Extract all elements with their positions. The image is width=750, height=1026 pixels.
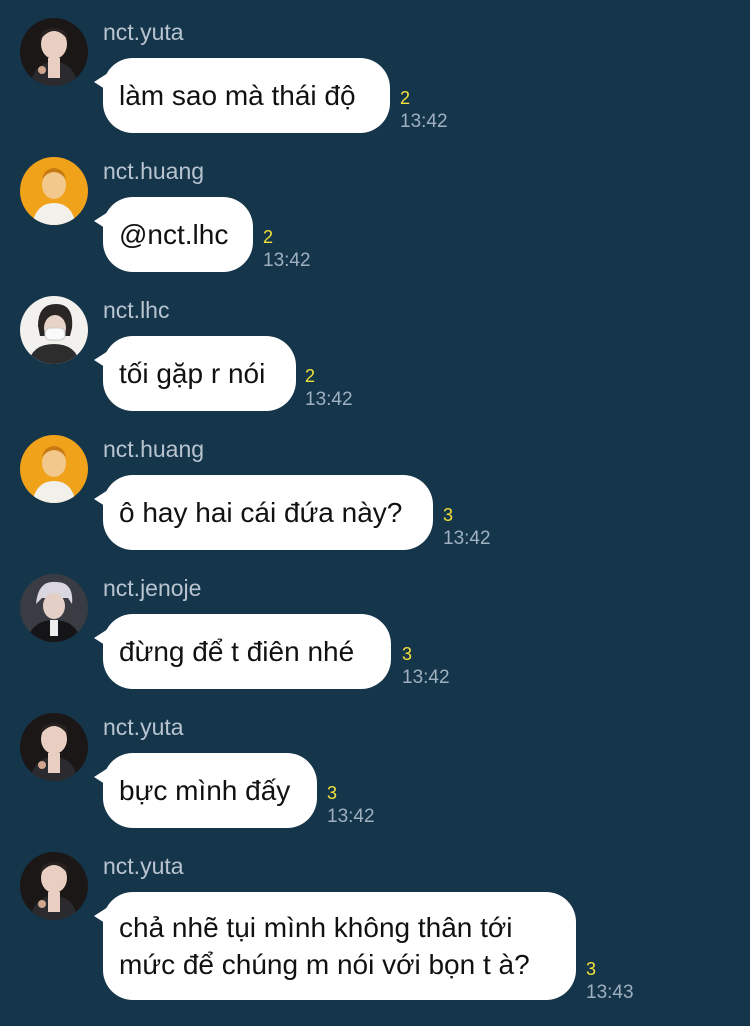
message-bubble[interactable]: ô hay hai cái đứa này? bbox=[103, 475, 433, 550]
read-count: 2 bbox=[305, 366, 316, 386]
message-bubble[interactable]: @nct.lhc bbox=[103, 197, 253, 272]
lhc-avatar-icon[interactable] bbox=[20, 296, 88, 364]
sender-name: nct.lhc bbox=[103, 297, 170, 323]
read-count: 2 bbox=[263, 227, 274, 247]
message-bubble[interactable]: đừng để t điên nhé bbox=[103, 614, 391, 689]
message-bubble[interactable]: tối gặp r nói bbox=[103, 336, 296, 411]
read-count: 3 bbox=[327, 783, 338, 803]
sender-name: nct.huang bbox=[103, 436, 205, 462]
sender-name: nct.jenoje bbox=[103, 575, 202, 601]
message-time: 13:43 bbox=[586, 982, 634, 1003]
jenoje-avatar-icon[interactable] bbox=[20, 574, 88, 642]
yuta-avatar-icon[interactable] bbox=[20, 18, 88, 86]
sender-name: nct.huang bbox=[103, 158, 205, 184]
message-time: 13:42 bbox=[327, 806, 375, 827]
message-time: 13:42 bbox=[402, 667, 450, 688]
huang-avatar-icon[interactable] bbox=[20, 157, 88, 225]
sender-name: nct.yuta bbox=[103, 853, 184, 879]
read-count: 2 bbox=[400, 88, 411, 108]
message-bubble[interactable]: chả nhẽ tụi mình không thân tới mức để c… bbox=[103, 892, 576, 1000]
message-bubble[interactable]: làm sao mà thái độ bbox=[103, 58, 390, 133]
yuta-avatar-icon[interactable] bbox=[20, 852, 88, 920]
sender-name: nct.yuta bbox=[103, 714, 184, 740]
read-count: 3 bbox=[586, 959, 597, 979]
sender-name: nct.yuta bbox=[103, 19, 184, 45]
yuta-avatar-icon[interactable] bbox=[20, 713, 88, 781]
huang-avatar-icon[interactable] bbox=[20, 435, 88, 503]
message-time: 13:42 bbox=[305, 389, 353, 410]
message-time: 13:42 bbox=[400, 111, 448, 132]
read-count: 3 bbox=[443, 505, 454, 525]
read-count: 3 bbox=[402, 644, 413, 664]
message-time: 13:42 bbox=[443, 528, 491, 549]
message-bubble[interactable]: bực mình đấy bbox=[103, 753, 317, 828]
message-time: 13:42 bbox=[263, 250, 311, 271]
